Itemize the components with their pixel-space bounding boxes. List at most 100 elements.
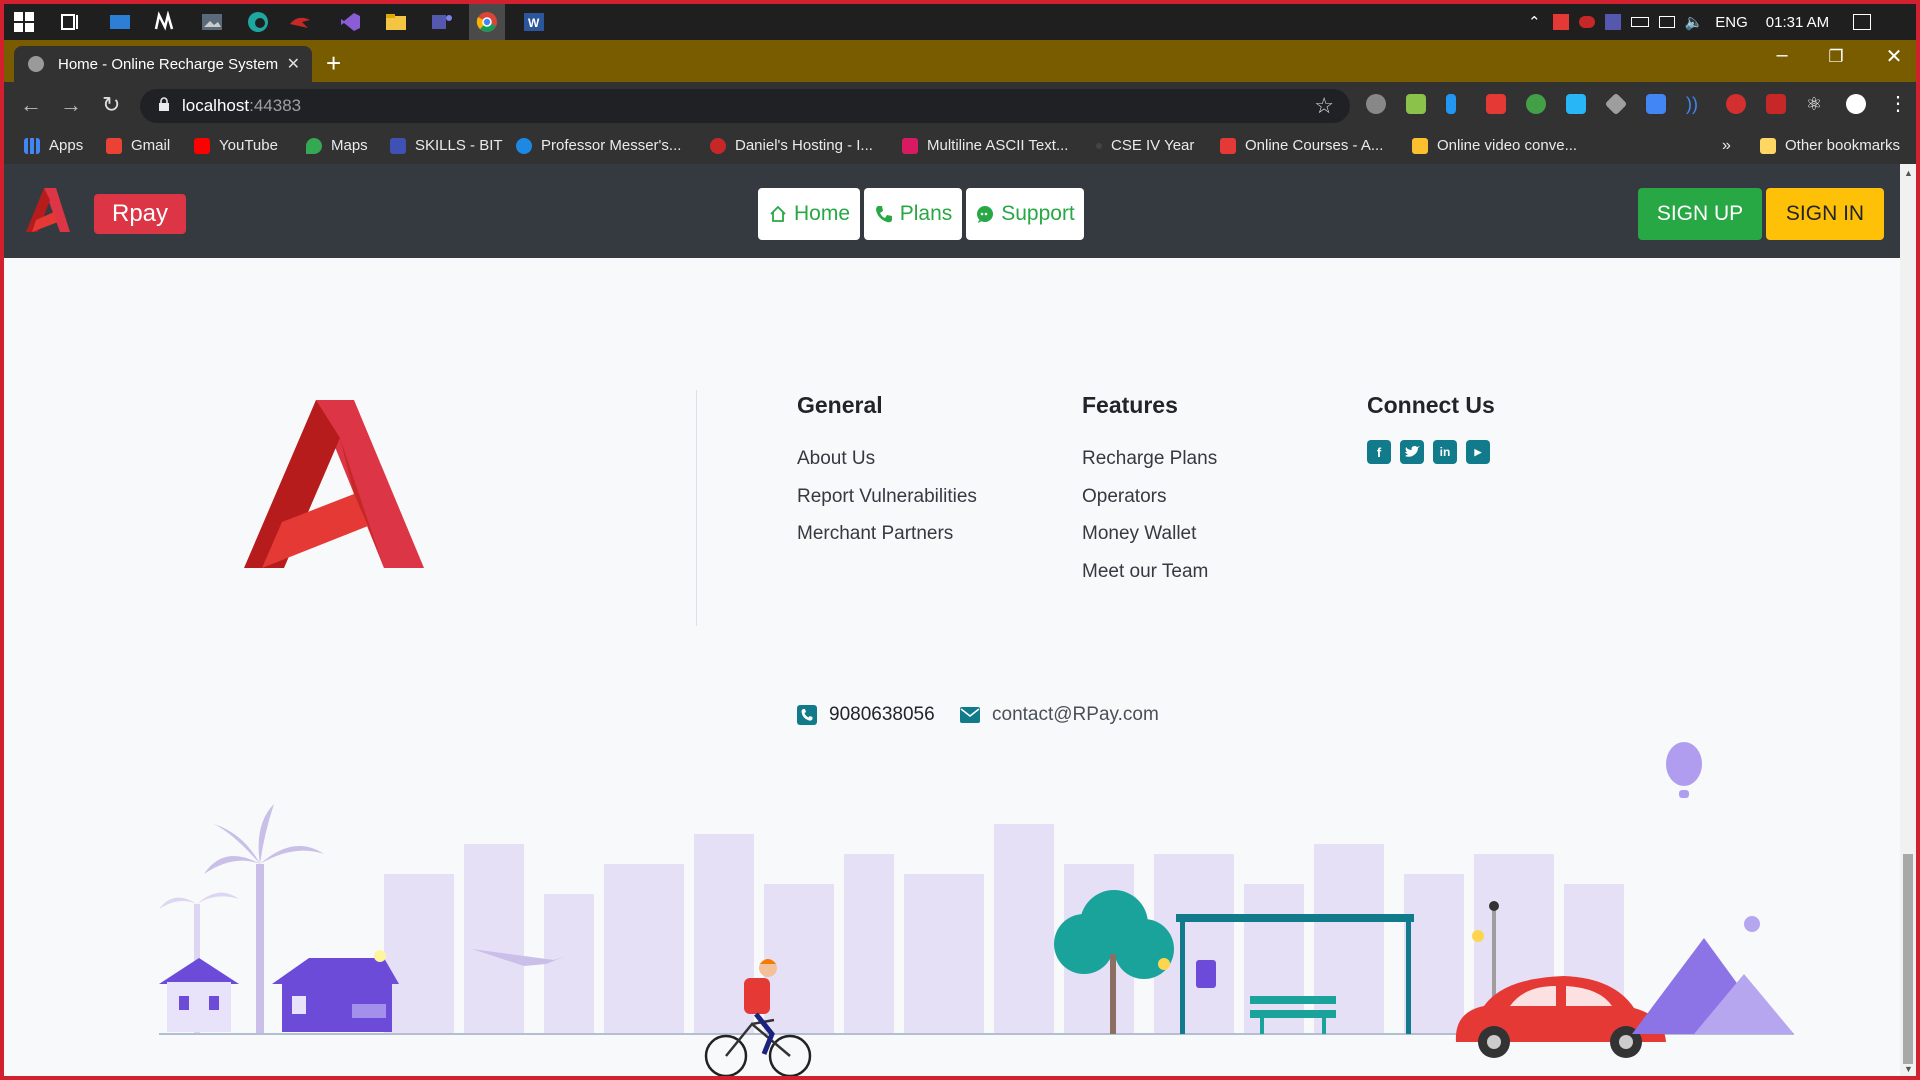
- general-heading: General: [797, 392, 883, 418]
- network-icon[interactable]: [1658, 16, 1675, 28]
- forward-icon[interactable]: →: [60, 92, 82, 118]
- nav-plans-button[interactable]: Plans: [864, 188, 962, 240]
- phone-contact[interactable]: 9080638056: [797, 704, 935, 726]
- app-icon[interactable]: [108, 10, 132, 34]
- bookmark-youtube[interactable]: YouTube: [194, 137, 278, 154]
- sign-up-button[interactable]: SIGN UP: [1638, 188, 1762, 240]
- bookmark-label: SKILLS - BIT: [415, 137, 503, 154]
- hot-air-balloon: [1666, 742, 1702, 798]
- app-red-icon[interactable]: [288, 10, 312, 34]
- bookmark-gmail[interactable]: Gmail: [106, 137, 170, 154]
- scroll-up-icon[interactable]: ▲: [1904, 168, 1913, 178]
- new-tab-button[interactable]: +: [326, 48, 341, 79]
- reload-icon[interactable]: ↻: [102, 92, 120, 118]
- professor-messer-icon: [516, 137, 532, 154]
- other-bookmarks-folder[interactable]: Other bookmarks: [1760, 137, 1900, 154]
- sign-in-button[interactable]: SIGN IN: [1766, 188, 1884, 240]
- brand-name[interactable]: Rpay: [94, 194, 186, 234]
- window-close-icon[interactable]: ✕: [1874, 44, 1914, 69]
- edge-icon[interactable]: [246, 10, 270, 34]
- meet-our-team-link[interactable]: Meet our Team: [1082, 561, 1208, 583]
- nav-support-button[interactable]: Support: [966, 188, 1084, 240]
- extension-icon[interactable]: [1366, 94, 1386, 114]
- teams-icon[interactable]: [430, 10, 454, 34]
- money-wallet-link[interactable]: Money Wallet: [1082, 523, 1196, 545]
- notification-icon[interactable]: [1853, 14, 1872, 30]
- connect-us-heading: Connect Us: [1367, 392, 1495, 418]
- visual-studio-icon[interactable]: [338, 10, 362, 34]
- extension-icon[interactable]: [1446, 94, 1456, 114]
- mountains: [1632, 916, 1794, 1034]
- bookmark-cse-iv-year[interactable]: CSE IV Year: [1096, 137, 1194, 154]
- bookmark-apps[interactable]: Apps: [24, 137, 83, 154]
- tray-app-icon[interactable]: [1578, 16, 1595, 28]
- scroll-down-icon[interactable]: ▼: [1904, 1064, 1913, 1074]
- translate-icon[interactable]: [1646, 94, 1666, 114]
- language-indicator[interactable]: ENG: [1715, 14, 1748, 31]
- photos-icon[interactable]: [200, 10, 224, 34]
- bookmark-online-courses[interactable]: Online Courses - A...: [1220, 137, 1383, 154]
- tab-close-icon[interactable]: ✕: [287, 54, 300, 74]
- email-contact[interactable]: contact@RPay.com: [960, 704, 1159, 726]
- merchant-partners-link[interactable]: Merchant Partners: [797, 523, 953, 545]
- scrollbar-thumb[interactable]: [1903, 854, 1913, 1064]
- rpay-logo-icon[interactable]: [24, 186, 72, 234]
- operators-link[interactable]: Operators: [1082, 486, 1166, 508]
- nav-home-button[interactable]: Home: [758, 188, 860, 240]
- extensions-puzzle-icon[interactable]: ⚛: [1806, 94, 1826, 114]
- address-bar[interactable]: localhost:44383 ☆: [140, 89, 1350, 123]
- extension-icon[interactable]: [1526, 94, 1546, 114]
- bookmark-label: Online video conve...: [1437, 137, 1578, 154]
- battery-icon[interactable]: [1630, 17, 1649, 27]
- twitter-icon[interactable]: [1400, 440, 1424, 464]
- bookmark-star-icon[interactable]: ☆: [1314, 93, 1334, 119]
- notion-icon[interactable]: [152, 10, 176, 34]
- more-bookmarks-button[interactable]: »: [1722, 137, 1731, 155]
- tray-app-icon[interactable]: [1552, 14, 1569, 30]
- task-view-icon[interactable]: [58, 10, 82, 34]
- bookmark-video-converter[interactable]: Online video conve...: [1412, 137, 1577, 154]
- teams-tray-icon[interactable]: [1604, 14, 1621, 30]
- raspberry-icon: [710, 137, 726, 154]
- browser-tab[interactable]: Home - Online Recharge System ✕: [14, 46, 312, 82]
- extension-icon[interactable]: )): [1686, 94, 1706, 114]
- volume-icon[interactable]: 🔈: [1685, 13, 1704, 31]
- bookmark-label: CSE IV Year: [1111, 137, 1195, 154]
- city-skyline: [384, 824, 1624, 1034]
- file-explorer-icon[interactable]: [384, 10, 408, 34]
- bookmark-daniels-hosting[interactable]: Daniel's Hosting - I...: [710, 137, 873, 154]
- about-us-link[interactable]: About Us: [797, 448, 875, 470]
- facebook-icon[interactable]: f: [1367, 440, 1391, 464]
- windows-start-icon[interactable]: [12, 10, 36, 34]
- bookmark-ascii-text[interactable]: Multiline ASCII Text...: [902, 137, 1068, 154]
- nav-label: Support: [1001, 202, 1075, 225]
- chrome-icon[interactable]: [469, 4, 505, 40]
- bookmark-maps[interactable]: Maps: [306, 137, 368, 154]
- report-vulnerabilities-link[interactable]: Report Vulnerabilities: [797, 486, 977, 508]
- extension-icon[interactable]: [1566, 94, 1586, 114]
- drive-icon[interactable]: [1604, 92, 1628, 116]
- bookmark-label: Online Courses - A...: [1245, 137, 1384, 154]
- clock[interactable]: 01:31 AM: [1766, 14, 1829, 31]
- bookmark-skills-bit[interactable]: SKILLS - BIT: [390, 137, 503, 154]
- profile-icon[interactable]: [1846, 94, 1866, 114]
- phone-square-icon: [797, 705, 817, 725]
- gmail-icon: [106, 137, 122, 154]
- extension-icon[interactable]: [1726, 94, 1746, 114]
- restore-icon[interactable]: ❐: [1816, 47, 1856, 67]
- back-icon[interactable]: ←: [20, 92, 42, 118]
- linkedin-icon[interactable]: in: [1433, 440, 1457, 464]
- bookmark-professor-messer[interactable]: Professor Messer's...: [516, 137, 681, 154]
- youtube-icon[interactable]: ▶: [1466, 440, 1490, 464]
- recharge-plans-link[interactable]: Recharge Plans: [1082, 448, 1217, 470]
- page-scrollbar[interactable]: ▲ ▼: [1900, 164, 1916, 1076]
- bookmark-label: Maps: [331, 137, 368, 154]
- extension-icon[interactable]: [1406, 94, 1426, 114]
- chevron-up-icon[interactable]: ⌃: [1528, 13, 1541, 31]
- word-icon[interactable]: W: [522, 10, 546, 34]
- more-menu-icon[interactable]: ⋮: [1888, 94, 1908, 114]
- extension-icon[interactable]: [1486, 94, 1506, 114]
- extension-icon[interactable]: [1766, 94, 1786, 114]
- minimize-icon[interactable]: –: [1762, 44, 1802, 67]
- url-text: localhost:44383: [182, 96, 301, 116]
